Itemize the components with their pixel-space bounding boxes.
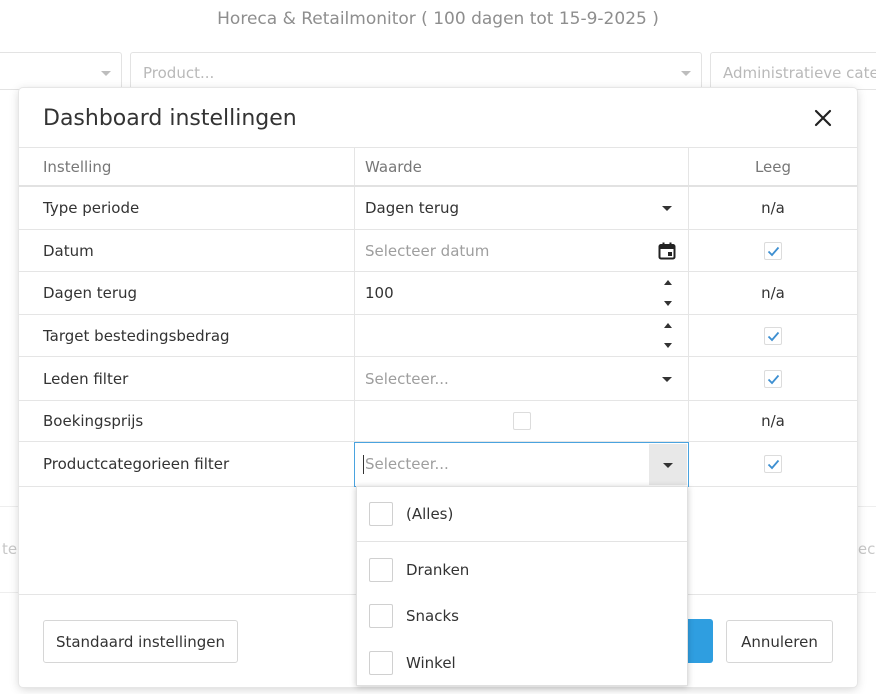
option-label: Winkel [406,654,456,672]
chevron-down-icon [662,206,672,211]
booking-price-checkbox[interactable] [512,412,531,430]
admin-category-select[interactable]: Administratieve catego [710,52,876,90]
chevron-down-icon [663,462,673,468]
chevron-down-icon [101,71,111,76]
empty-na: n/a [761,412,785,430]
option-all[interactable]: (Alles) [357,492,687,536]
checkmark-icon [767,459,780,470]
table-row: Productcategorieen filter Selecteer... [19,442,857,487]
product-placeholder: Product... [143,64,215,82]
empty-na: n/a [761,284,785,302]
setting-label: Productcategorieen filter [43,455,230,473]
text-cursor [363,455,364,474]
date-input[interactable]: Selecteer datum [354,230,689,271]
setting-label: Leden filter [43,369,129,388]
option-checkbox[interactable] [369,558,393,582]
members-filter-select[interactable]: Selecteer... [354,357,689,400]
increment-icon[interactable] [664,280,672,285]
days-back-input[interactable]: 100 [354,272,689,314]
column-header-setting: Instelling [43,157,112,176]
date-placeholder: Selecteer datum [365,241,490,260]
product-select[interactable]: Product... [130,52,702,90]
dropdown-divider [357,541,687,542]
background-text-fragment: te [2,540,18,558]
option-label: Snacks [406,607,459,625]
setting-label: Dagen terug [43,284,138,302]
close-icon [814,109,832,127]
option-checkbox[interactable] [369,502,393,526]
table-row: Dagen terug 100 n/a [19,272,857,315]
decrement-icon[interactable] [664,343,672,348]
cancel-label: Annuleren [741,633,818,651]
decrement-icon[interactable] [664,301,672,306]
option-checkbox[interactable] [369,604,393,628]
empty-checkbox[interactable] [764,369,782,388]
members-filter-placeholder: Selecteer... [365,369,449,388]
filter-select-left[interactable] [0,52,122,90]
table-row: Leden filter Selecteer... [19,357,857,401]
ok-button[interactable] [687,619,713,663]
setting-label: Datum [43,241,94,260]
checkmark-icon [767,246,780,256]
option-snacks[interactable]: Snacks [357,594,687,638]
target-amount-input[interactable] [354,315,689,356]
table-row: Datum Selecteer datum [19,230,857,272]
option-label: (Alles) [406,505,454,523]
table-row: Type periode Dagen terug n/a [19,187,857,230]
checkmark-icon [767,331,780,341]
checkmark-icon [767,374,780,384]
close-button[interactable] [809,104,837,132]
table-row: Target bestedingsbedrag [19,315,857,357]
column-header-empty: Leeg [754,157,792,176]
admin-category-placeholder: Administratieve catego [723,64,876,82]
days-back-value: 100 [365,284,394,302]
chevron-down-icon [662,376,672,382]
product-category-select[interactable]: Selecteer... [354,442,689,487]
option-label: Dranken [406,561,470,579]
chevron-down-icon [681,71,691,76]
setting-label: Type periode [43,199,140,217]
page-title: Horeca & Retailmonitor ( 100 dagen tot 1… [217,9,659,29]
product-category-placeholder: Selecteer... [365,455,449,473]
default-settings-button[interactable]: Standaard instellingen [43,620,238,663]
option-winkel[interactable]: Winkel [357,641,687,685]
column-header-value: Waarde [365,157,422,176]
empty-checkbox[interactable] [764,326,782,345]
option-checkbox[interactable] [369,651,393,675]
product-category-dropdown: (Alles) Dranken Snacks Winkel [356,486,688,686]
table-row: Boekingsprijs n/a [19,401,857,442]
increment-icon[interactable] [664,323,672,328]
table-header: Instelling Waarde Leeg [19,147,857,187]
setting-label: Boekingsprijs [43,412,144,430]
dialog-title: Dashboard instellingen [43,106,297,131]
option-dranken[interactable]: Dranken [357,548,687,592]
period-type-value: Dagen terug [365,199,460,217]
calendar-icon[interactable] [658,242,676,260]
default-settings-label: Standaard instellingen [55,633,226,651]
dropdown-button[interactable] [649,444,687,485]
empty-checkbox[interactable] [764,455,782,473]
cancel-button[interactable]: Annuleren [726,620,833,663]
setting-label: Target bestedingsbedrag [43,326,230,345]
period-type-select[interactable]: Dagen terug [354,187,689,229]
empty-checkbox[interactable] [764,241,782,260]
empty-na: n/a [761,199,785,217]
